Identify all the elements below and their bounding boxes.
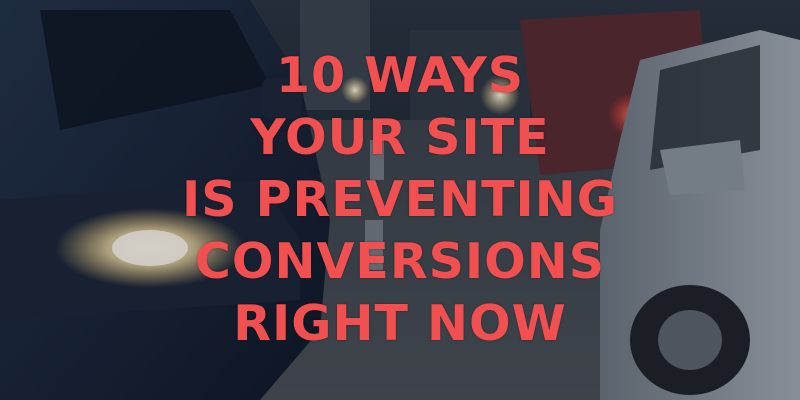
photo-background: 10 WAYS YOUR SITE IS PREVENTING CONVERSI…: [0, 0, 800, 400]
headline-line-3: IS PREVENTING: [182, 171, 618, 228]
headline-line-5: RIGHT NOW: [233, 295, 567, 352]
headline-line-1: 10 WAYS: [275, 47, 525, 104]
headline: 10 WAYS YOUR SITE IS PREVENTING CONVERSI…: [0, 0, 800, 400]
headline-line-4: CONVERSIONS: [194, 233, 606, 290]
headline-line-2: YOUR SITE: [250, 109, 550, 166]
